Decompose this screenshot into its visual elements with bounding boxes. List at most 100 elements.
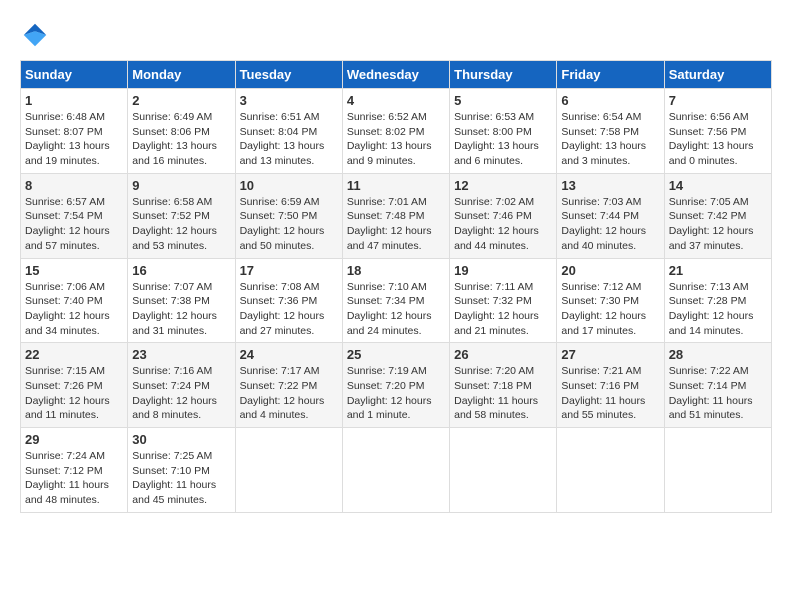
day-info: Sunrise: 6:58 AMSunset: 7:52 PMDaylight:… [132,195,230,254]
week-row-3: 15 Sunrise: 7:06 AMSunset: 7:40 PMDayligh… [21,258,772,343]
day-cell: 8Sunrise: 6:57 AMSunset: 7:54 PMDaylight… [21,173,128,258]
day-number: 4 [347,93,445,108]
day-cell: 7 Sunrise: 6:56 AMSunset: 7:56 PMDaylight… [664,89,771,174]
day-cell: 15 Sunrise: 7:06 AMSunset: 7:40 PMDayligh… [21,258,128,343]
week-row-4: 22 Sunrise: 7:15 AMSunset: 7:26 PMDayligh… [21,343,772,428]
day-info: Sunrise: 7:17 AMSunset: 7:22 PMDaylight:… [240,364,338,423]
day-cell: 16 Sunrise: 7:07 AMSunset: 7:38 PMDayligh… [128,258,235,343]
day-cell: 30 Sunrise: 7:25 AMSunset: 7:10 PMDayligh… [128,428,235,513]
day-number: 30 [132,432,230,447]
day-info: Sunrise: 7:06 AMSunset: 7:40 PMDaylight:… [25,280,123,339]
week-row-2: 8Sunrise: 6:57 AMSunset: 7:54 PMDaylight… [21,173,772,258]
header-sunday: Sunday [21,61,128,89]
day-number: 18 [347,263,445,278]
day-cell: 24 Sunrise: 7:17 AMSunset: 7:22 PMDayligh… [235,343,342,428]
day-cell: 13 Sunrise: 7:03 AMSunset: 7:44 PMDayligh… [557,173,664,258]
day-number: 1 [25,93,123,108]
day-number: 5 [454,93,552,108]
week-row-1: 1 Sunrise: 6:48 AMSunset: 8:07 PMDaylight… [21,89,772,174]
day-number: 13 [561,178,659,193]
day-cell [557,428,664,513]
day-info: Sunrise: 6:48 AMSunset: 8:07 PMDaylight:… [25,110,123,169]
day-info: Sunrise: 6:52 AMSunset: 8:02 PMDaylight:… [347,110,445,169]
day-number: 2 [132,93,230,108]
day-number: 12 [454,178,552,193]
day-cell: 25 Sunrise: 7:19 AMSunset: 7:20 PMDayligh… [342,343,449,428]
header-saturday: Saturday [664,61,771,89]
day-cell [664,428,771,513]
calendar-table: SundayMondayTuesdayWednesdayThursdayFrid… [20,60,772,513]
day-number: 29 [25,432,123,447]
day-cell: 19 Sunrise: 7:11 AMSunset: 7:32 PMDayligh… [450,258,557,343]
day-cell: 2 Sunrise: 6:49 AMSunset: 8:06 PMDaylight… [128,89,235,174]
day-number: 26 [454,347,552,362]
day-number: 24 [240,347,338,362]
day-number: 28 [669,347,767,362]
day-info: Sunrise: 6:54 AMSunset: 7:58 PMDaylight:… [561,110,659,169]
day-info: Sunrise: 7:10 AMSunset: 7:34 PMDaylight:… [347,280,445,339]
logo-icon [20,20,50,50]
day-number: 17 [240,263,338,278]
header-tuesday: Tuesday [235,61,342,89]
day-cell: 12Sunrise: 7:02 AMSunset: 7:46 PMDayligh… [450,173,557,258]
logo [20,20,56,50]
day-cell: 9Sunrise: 6:58 AMSunset: 7:52 PMDaylight… [128,173,235,258]
day-cell: 23Sunrise: 7:16 AMSunset: 7:24 PMDayligh… [128,343,235,428]
day-info: Sunrise: 7:22 AMSunset: 7:14 PMDaylight:… [669,364,767,423]
day-info: Sunrise: 6:49 AMSunset: 8:06 PMDaylight:… [132,110,230,169]
day-info: Sunrise: 7:08 AMSunset: 7:36 PMDaylight:… [240,280,338,339]
header-monday: Monday [128,61,235,89]
day-number: 3 [240,93,338,108]
day-number: 11 [347,178,445,193]
day-info: Sunrise: 7:15 AMSunset: 7:26 PMDaylight:… [25,364,123,423]
day-info: Sunrise: 7:03 AMSunset: 7:44 PMDaylight:… [561,195,659,254]
day-info: Sunrise: 6:53 AMSunset: 8:00 PMDaylight:… [454,110,552,169]
day-info: Sunrise: 7:24 AMSunset: 7:12 PMDaylight:… [25,449,123,508]
day-info: Sunrise: 7:21 AMSunset: 7:16 PMDaylight:… [561,364,659,423]
day-cell: 11 Sunrise: 7:01 AMSunset: 7:48 PMDayligh… [342,173,449,258]
day-number: 25 [347,347,445,362]
day-info: Sunrise: 7:19 AMSunset: 7:20 PMDaylight:… [347,364,445,423]
day-cell: 28 Sunrise: 7:22 AMSunset: 7:14 PMDayligh… [664,343,771,428]
day-number: 20 [561,263,659,278]
day-cell: 1 Sunrise: 6:48 AMSunset: 8:07 PMDaylight… [21,89,128,174]
day-info: Sunrise: 6:59 AMSunset: 7:50 PMDaylight:… [240,195,338,254]
day-cell: 4 Sunrise: 6:52 AMSunset: 8:02 PMDaylight… [342,89,449,174]
day-info: Sunrise: 7:01 AMSunset: 7:48 PMDaylight:… [347,195,445,254]
header-friday: Friday [557,61,664,89]
day-cell: 14 Sunrise: 7:05 AMSunset: 7:42 PMDayligh… [664,173,771,258]
day-cell: 26Sunrise: 7:20 AMSunset: 7:18 PMDayligh… [450,343,557,428]
day-cell: 20 Sunrise: 7:12 AMSunset: 7:30 PMDayligh… [557,258,664,343]
day-number: 23 [132,347,230,362]
day-cell: 22 Sunrise: 7:15 AMSunset: 7:26 PMDayligh… [21,343,128,428]
day-info: Sunrise: 6:56 AMSunset: 7:56 PMDaylight:… [669,110,767,169]
day-number: 22 [25,347,123,362]
header-thursday: Thursday [450,61,557,89]
day-cell: 10 Sunrise: 6:59 AMSunset: 7:50 PMDayligh… [235,173,342,258]
day-cell: 21Sunrise: 7:13 AMSunset: 7:28 PMDayligh… [664,258,771,343]
day-cell: 3 Sunrise: 6:51 AMSunset: 8:04 PMDaylight… [235,89,342,174]
day-cell: 27 Sunrise: 7:21 AMSunset: 7:16 PMDayligh… [557,343,664,428]
day-number: 7 [669,93,767,108]
page-header [20,20,772,50]
day-number: 14 [669,178,767,193]
day-number: 6 [561,93,659,108]
day-number: 21 [669,263,767,278]
day-cell [450,428,557,513]
day-number: 16 [132,263,230,278]
day-cell [342,428,449,513]
day-number: 27 [561,347,659,362]
day-info: Sunrise: 7:05 AMSunset: 7:42 PMDaylight:… [669,195,767,254]
day-info: Sunrise: 7:12 AMSunset: 7:30 PMDaylight:… [561,280,659,339]
day-cell: 29 Sunrise: 7:24 AMSunset: 7:12 PMDayligh… [21,428,128,513]
day-number: 10 [240,178,338,193]
day-cell: 5 Sunrise: 6:53 AMSunset: 8:00 PMDaylight… [450,89,557,174]
day-number: 15 [25,263,123,278]
day-info: Sunrise: 7:11 AMSunset: 7:32 PMDaylight:… [454,280,552,339]
day-number: 8 [25,178,123,193]
day-info: Sunrise: 7:25 AMSunset: 7:10 PMDaylight:… [132,449,230,508]
day-info: Sunrise: 7:07 AMSunset: 7:38 PMDaylight:… [132,280,230,339]
day-info: Sunrise: 6:51 AMSunset: 8:04 PMDaylight:… [240,110,338,169]
day-number: 19 [454,263,552,278]
week-row-5: 29 Sunrise: 7:24 AMSunset: 7:12 PMDayligh… [21,428,772,513]
